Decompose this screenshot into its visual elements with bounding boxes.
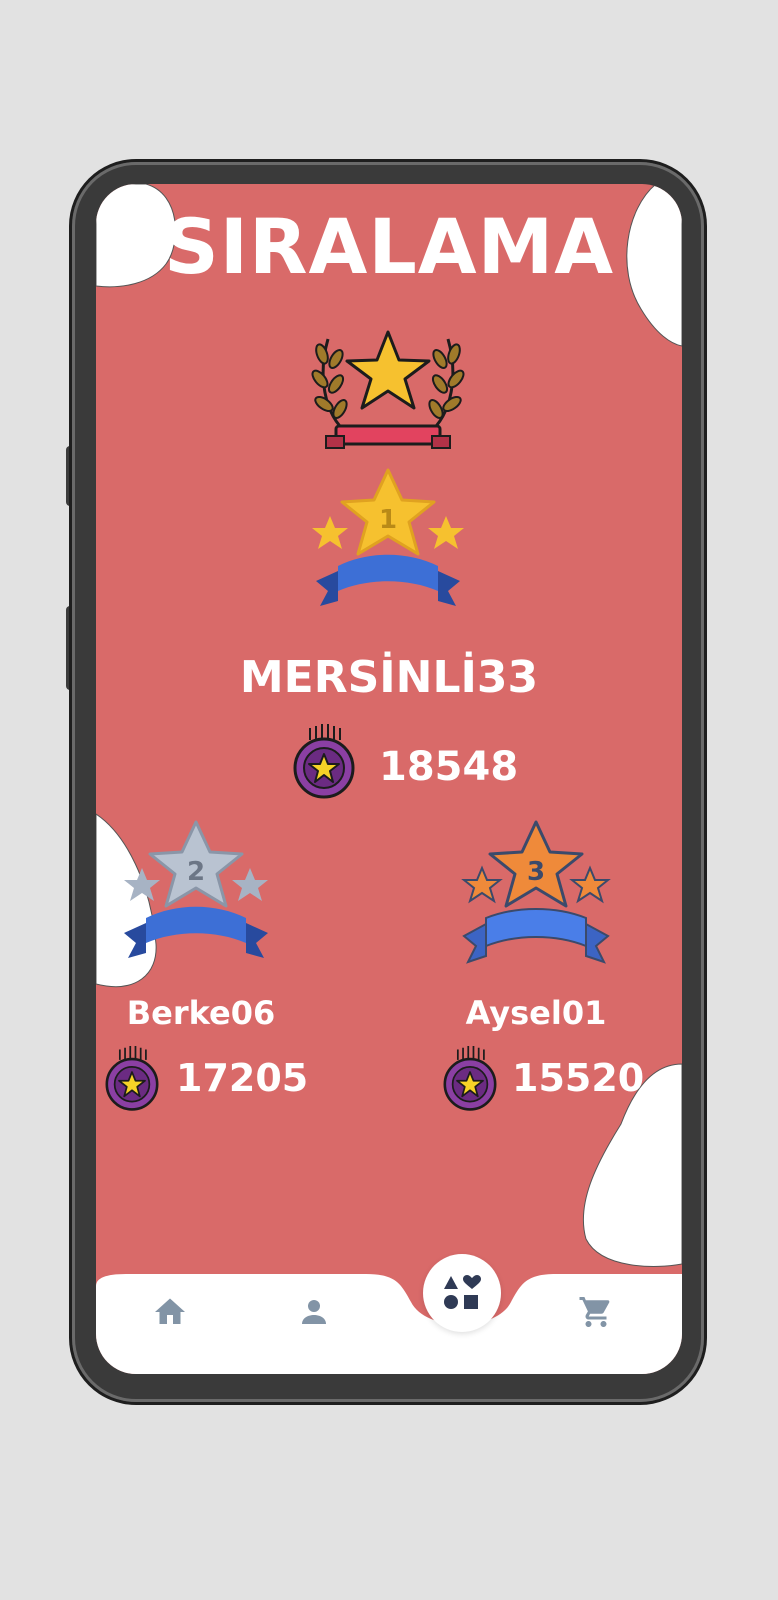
first-place-coin-icon bbox=[293, 724, 355, 799]
first-place-badge-icon: 1 bbox=[312, 468, 464, 606]
second-rank-number: 2 bbox=[187, 857, 205, 887]
laurel-star-icon bbox=[311, 330, 465, 449]
nav-cart-button[interactable] bbox=[574, 1292, 618, 1332]
person-icon bbox=[302, 1300, 326, 1324]
third-place-coin-icon bbox=[443, 1046, 497, 1111]
second-place-score: 17205 bbox=[176, 1056, 309, 1100]
second-place-name: Berke06 bbox=[126, 994, 276, 1032]
third-place-badge-icon: 3 bbox=[461, 820, 611, 964]
first-place-score: 18548 bbox=[379, 744, 519, 790]
third-rank-number: 3 bbox=[527, 857, 545, 887]
second-place-coin-icon bbox=[105, 1046, 159, 1111]
first-place-name: MERSİNLİ33 bbox=[239, 652, 539, 703]
second-place-badge-icon: 2 bbox=[124, 820, 268, 958]
third-place-score: 15520 bbox=[512, 1056, 645, 1100]
page-title: SIRALAMA bbox=[163, 202, 615, 291]
home-icon bbox=[155, 1298, 185, 1324]
third-place-name: Aysel01 bbox=[465, 994, 607, 1032]
games-fab-button[interactable] bbox=[423, 1254, 501, 1332]
nav-profile-button[interactable] bbox=[292, 1292, 336, 1332]
leaderboard-screen: SIRALAMA 1 MERSİNLİ33 18548 2 Berke06 17… bbox=[96, 184, 682, 1374]
cart-icon bbox=[579, 1297, 610, 1327]
nav-home-button[interactable] bbox=[148, 1292, 192, 1332]
first-rank-number: 1 bbox=[379, 505, 397, 535]
shapes-icon bbox=[444, 1275, 481, 1309]
